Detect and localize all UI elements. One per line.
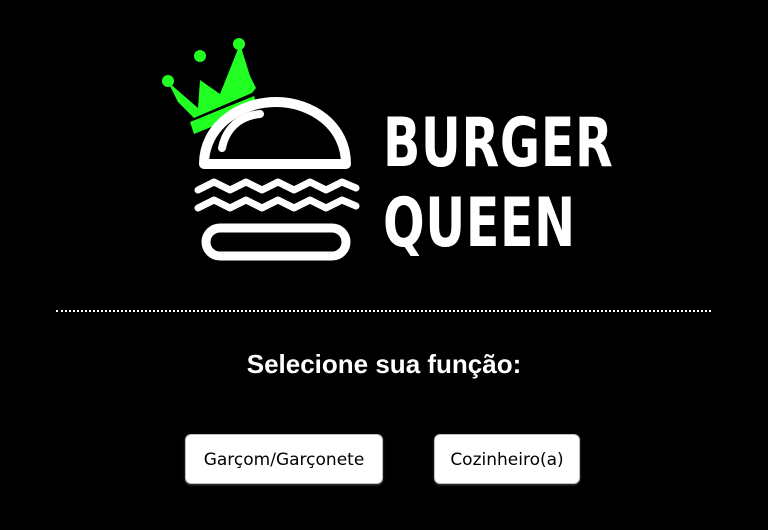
- role-prompt: Selecione sua função:: [246, 349, 522, 379]
- divider: [56, 310, 711, 312]
- brand-name-line-2: QUEEN: [383, 184, 576, 263]
- cook-role-button[interactable]: Cozinheiro(a): [434, 434, 580, 484]
- brand-name-line-1: BURGER: [383, 104, 614, 183]
- bun-bottom-shape: [201, 223, 351, 261]
- lettuce-shape: [194, 178, 360, 194]
- waiter-role-button[interactable]: Garçom/Garçonete: [185, 434, 383, 484]
- login-page: BURGER QUEEN Selecione sua função: Garço…: [0, 0, 768, 530]
